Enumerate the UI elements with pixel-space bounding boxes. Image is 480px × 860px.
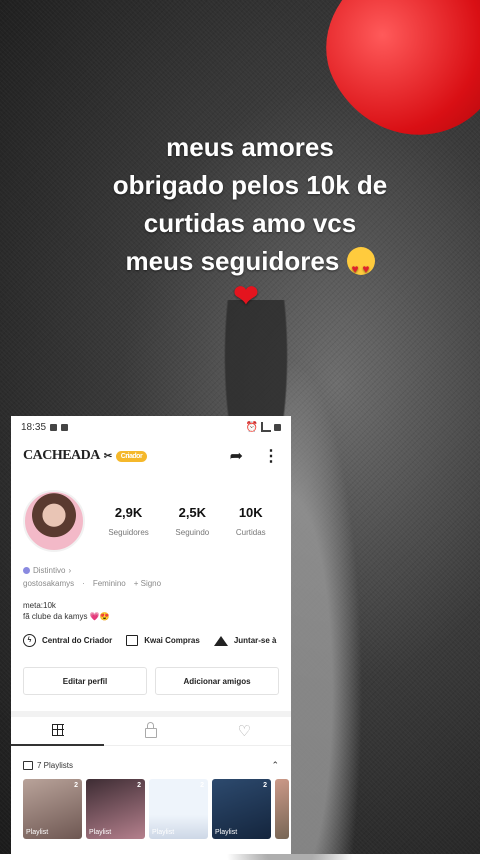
- distintivo-icon: [23, 567, 30, 574]
- distintivo-label: Distintivo: [33, 566, 66, 575]
- profile-bio: meta:10k fã clube da kamys 💗😍: [11, 588, 291, 622]
- stat-likes[interactable]: 10K Curtidas: [236, 505, 266, 537]
- likes-label: Curtidas: [235, 528, 266, 537]
- playlist-thumb[interactable]: 2 Playlist: [212, 779, 271, 839]
- bio-line-1: meta:10k: [23, 601, 56, 610]
- add-friends-button[interactable]: Adicionar amigos: [155, 667, 279, 695]
- alarm-icon: ⏰: [245, 421, 258, 433]
- playlist-thumb[interactable]: 2 Playlist: [149, 779, 208, 839]
- likes-count: 10K: [238, 505, 263, 520]
- playlist-label: Playlist: [215, 829, 238, 836]
- profile-display-name: CACHEADA: [23, 448, 100, 463]
- creator-center-label: Central do Criador: [42, 636, 113, 645]
- kwai-shop-label: Kwai Compras: [144, 636, 200, 645]
- profile-meta: Distintivo › gostosakamys · Feminino + S…: [11, 552, 291, 588]
- following-label: Seguindo: [175, 528, 210, 537]
- profile-header: CACHEADA ✂ Criador ➦ ⋮: [11, 438, 291, 474]
- separator-dot: ·: [82, 579, 85, 588]
- status-bar: 18:35 ⏰: [11, 416, 291, 438]
- profile-summary: 2,9K Seguidores 2,5K Seguindo 10K Curtid…: [11, 474, 291, 552]
- bio-line-2: fã clube da kamys: [23, 612, 88, 621]
- stat-following[interactable]: 2,5K Seguindo: [175, 505, 209, 537]
- caption-line-4-text: meus seguidores: [125, 246, 340, 276]
- decoration-icon: ✂: [103, 450, 112, 462]
- caption-line-3: curtidas amo vcs: [143, 208, 357, 238]
- tab-videos[interactable]: [11, 716, 105, 746]
- playlist-label: Playlist: [152, 829, 175, 836]
- playlist-label: Playlist: [26, 829, 49, 836]
- battery-icon: [274, 423, 281, 431]
- playlist-thumb[interactable]: 2 Playlist: [23, 779, 82, 839]
- bolt-icon: ϟ: [23, 634, 36, 647]
- distintivo-link[interactable]: Distintivo ›: [23, 566, 279, 575]
- playlists-header[interactable]: 7 Playlists ⌃: [11, 746, 291, 779]
- following-count: 2,5K: [178, 505, 207, 520]
- playlist-count: 2: [200, 782, 204, 789]
- profile-handle: gostosakamys: [23, 579, 75, 588]
- add-signo-link[interactable]: + Signo: [134, 579, 161, 588]
- stat-followers[interactable]: 2,9K Seguidores: [108, 505, 148, 537]
- heart-eyes-emoji-icon: [346, 247, 375, 288]
- lock-icon: [144, 722, 157, 738]
- playlist-count: 2: [74, 782, 78, 789]
- playlist-icon: [23, 761, 33, 770]
- playlist-count: 2: [263, 782, 267, 789]
- tab-liked[interactable]: ♡: [198, 717, 291, 745]
- kwai-shop-shortcut[interactable]: Kwai Compras: [126, 634, 200, 647]
- share-icon[interactable]: ➦: [230, 446, 243, 466]
- join-label: Juntar-se à: [233, 636, 277, 645]
- status-time: 18:35: [21, 421, 47, 433]
- profile-name-row: CACHEADA ✂ Criador: [23, 448, 148, 464]
- caption-line-4: meus seguidores: [40, 242, 460, 288]
- playlist-label: Playlist: [89, 829, 112, 836]
- more-options-icon[interactable]: ⋮: [263, 446, 279, 466]
- chevron-right-icon: ›: [68, 566, 72, 575]
- creator-center-shortcut[interactable]: ϟ Central do Criador: [23, 634, 112, 647]
- avatar[interactable]: [23, 490, 85, 552]
- profile-gender: Feminino: [92, 579, 126, 588]
- story-caption: meus amores obrigado pelos 10k de curtid…: [40, 128, 460, 314]
- grid-icon: [51, 724, 64, 736]
- playlist-thumb[interactable]: 2 Playlist: [86, 779, 145, 839]
- red-heart-emoji-icon: ❤: [233, 280, 259, 313]
- hearts-emoji-icon: 💗😍: [89, 612, 110, 621]
- followers-count: 2,9K: [114, 505, 143, 520]
- playlist-strip: 2 Playlist 2 Playlist 2 Playlist 2 Playl…: [11, 779, 291, 839]
- creator-badge[interactable]: Criador: [115, 450, 148, 462]
- join-shortcut[interactable]: Juntar-se à: [213, 634, 277, 647]
- tent-icon: [213, 635, 228, 646]
- notification-icon: [50, 423, 58, 431]
- signal-icon: [261, 422, 271, 432]
- playlist-count: 2: [137, 782, 141, 789]
- content-tabs: ♡: [11, 717, 291, 746]
- chevron-up-icon[interactable]: ⌃: [271, 760, 279, 771]
- shopping-bag-icon: [126, 635, 139, 646]
- edit-profile-button[interactable]: Editar perfil: [23, 667, 147, 695]
- caption-line-1: meus amores: [166, 132, 334, 162]
- caption-line-2: obrigado pelos 10k de: [112, 170, 388, 200]
- shortcut-row: ϟ Central do Criador Kwai Compras Juntar…: [11, 622, 291, 647]
- tab-private[interactable]: [104, 717, 197, 745]
- profile-screenshot: 18:35 ⏰ CACHEADA ✂ Criador ➦ ⋮ 2,9K Segu…: [11, 416, 291, 854]
- bio-line-2-row: fã clube da kamys 💗😍: [23, 611, 279, 622]
- followers-label: Seguidores: [108, 528, 149, 537]
- notification-icon-2: [61, 423, 69, 431]
- heart-outline-icon: ♡: [237, 723, 252, 740]
- playlist-thumb-partial[interactable]: [275, 779, 289, 839]
- playlists-title: 7 Playlists: [37, 761, 74, 770]
- profile-buttons: Editar perfil Adicionar amigos: [11, 647, 291, 695]
